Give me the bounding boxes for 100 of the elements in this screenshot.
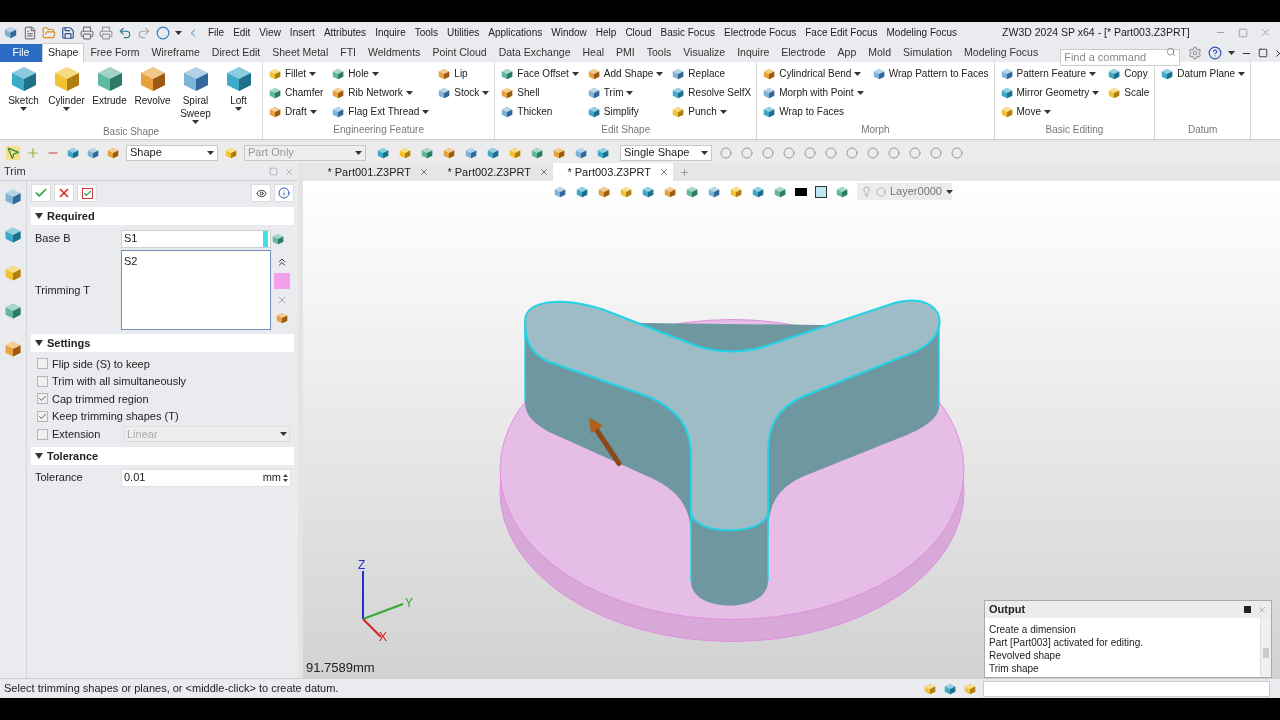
ribbon-tab[interactable]: App [831,44,863,62]
command-field[interactable] [983,680,1270,697]
ribbon-button[interactable]: Resolve SelfX [670,83,753,102]
ribbon-tab[interactable]: Free Form [84,44,146,62]
menu-item[interactable]: Attributes [323,25,367,40]
ribbon-tab[interactable]: Modeling Focus [958,44,1045,62]
ribbon-button[interactable]: Rib Network [330,83,431,102]
ribbon-button[interactable]: Add Shape [585,64,665,83]
save-icon[interactable] [61,25,75,40]
ribbon-button[interactable]: Draft [267,102,325,121]
open-folder-icon[interactable] [42,25,56,40]
ribbon-button[interactable]: Wrap to Faces [761,102,865,121]
snap-icon[interactable] [762,146,774,159]
ribbon-tab[interactable]: Direct Edit [205,44,267,62]
ribbon-tab[interactable]: Visualize [677,44,732,62]
snap-icon[interactable] [930,146,942,159]
ribbon-tab[interactable]: Shape [42,43,85,62]
ok-button[interactable] [31,184,51,202]
ribbon-button[interactable]: Face Offset [499,64,580,83]
ribbon-button[interactable]: Simplify [585,102,665,121]
viewport[interactable]: Layer0000 X Y Z 91.7589mm Output Create a dimension Part [Part003] activated for editing. Revolved shape Trim shape [303,181,1280,678]
menu-item[interactable]: Window [551,25,587,40]
tolerance-field[interactable]: 0.01 mm [121,468,291,487]
ribbon-large-button[interactable]: Spiral Sweep [175,62,216,124]
snap-icon[interactable] [720,146,732,159]
ribbon-tab[interactable]: File [0,44,42,62]
menu-item[interactable]: Modeling Focus [886,25,958,40]
ribbon-button[interactable]: Scale [1106,83,1151,102]
section-header[interactable]: Settings [31,334,294,352]
snap-icon[interactable] [741,146,753,159]
ribbon-button[interactable]: Trim [585,83,665,102]
filter-dropdown[interactable]: Single Shape [620,144,712,161]
snap-icon[interactable] [783,146,795,159]
ribbon-button[interactable]: Fillet [267,64,325,83]
ribbon-button[interactable]: Stock [436,83,491,102]
ribbon-tab[interactable]: Point Cloud [426,44,493,62]
snap-icon[interactable] [888,146,900,159]
menu-item[interactable]: Inquire [375,25,406,40]
ribbon-tab[interactable]: Data Exchange [492,44,577,62]
menu-item[interactable]: Basic Focus [660,25,715,40]
pointer-icon[interactable] [6,145,20,160]
ribbon-button[interactable]: Wrap Pattern to Faces [870,64,990,83]
menu-item[interactable]: File [208,25,225,40]
ring-icon[interactable] [156,25,170,40]
color-swatch[interactable] [274,272,290,289]
ribbon-tab[interactable]: Inquire [731,44,776,62]
settings-icon[interactable] [1188,46,1203,60]
menu-item[interactable]: Edit [233,25,251,40]
snap-icon[interactable] [804,146,816,159]
snap-icon[interactable] [909,146,921,159]
ribbon-button[interactable]: Pattern Feature [998,64,1101,83]
ribbon-large-button[interactable]: Cylinder [46,62,87,124]
snap-icon[interactable] [846,146,858,159]
ribbon-button[interactable]: Hole [330,64,431,83]
ribbon-large-button[interactable]: Sketch [3,62,44,124]
ribbon-large-button[interactable]: Extrude [89,62,130,124]
menu-item[interactable]: Help [595,25,617,40]
apply-button[interactable] [77,184,97,202]
ribbon-button[interactable]: Lip [436,64,491,83]
ribbon-tab[interactable]: FTI [334,44,363,62]
ribbon-tab[interactable]: Weldments [362,44,427,62]
document-tab[interactable]: * Part003.Z3PRT [553,163,673,181]
menu-item[interactable]: Utilities [447,25,480,40]
section-header[interactable]: Required [31,207,294,225]
ribbon-button[interactable]: Punch [670,102,753,121]
ribbon-button[interactable]: Chamfer [267,83,325,102]
ribbon-button[interactable]: Replace [670,64,753,83]
menu-item[interactable]: Insert [289,25,315,40]
undo-icon[interactable] [118,25,132,40]
color-swatch[interactable] [795,187,807,196]
ribbon-tab[interactable]: Heal [576,44,611,62]
ribbon-tab[interactable]: Electrode [775,44,832,62]
menu-item[interactable]: Face Edit Focus [805,25,878,40]
preview-button[interactable] [251,184,271,202]
ribbon-button[interactable]: Morph with Point [761,83,865,102]
info-button[interactable] [274,184,294,202]
ribbon-button[interactable]: Shell [499,83,580,102]
trimming-list-field[interactable]: S2 [121,250,271,330]
ribbon-tab[interactable]: Mold [862,44,898,62]
menu-item[interactable]: Electrode Focus [724,25,797,40]
snap-icon[interactable] [951,146,963,159]
printer-icon[interactable] [99,25,113,40]
menu-item[interactable]: Tools [414,25,439,40]
section-header[interactable]: Tolerance [31,447,294,465]
help-icon[interactable] [1208,46,1223,60]
snap-icon[interactable] [867,146,879,159]
checkbox[interactable] [37,410,48,422]
cancel-button[interactable] [54,184,74,202]
spinner-icon[interactable] [283,472,288,483]
ribbon-tab[interactable]: Simulation [897,44,959,62]
ribbon-button[interactable]: Thicken [499,102,580,121]
ribbon-large-button[interactable]: Revolve [132,62,173,124]
menu-item[interactable]: Applications [488,25,543,40]
ribbon-tab[interactable]: Tools [640,44,678,62]
checkbox[interactable] [37,393,48,405]
ribbon-tab[interactable]: Wireframe [145,44,206,62]
snap-icon[interactable] [825,146,837,159]
float-icon[interactable] [269,166,278,176]
ribbon-tab[interactable]: Sheet Metal [266,44,335,62]
document-tab[interactable]: * Part001.Z3PRT [313,163,433,181]
